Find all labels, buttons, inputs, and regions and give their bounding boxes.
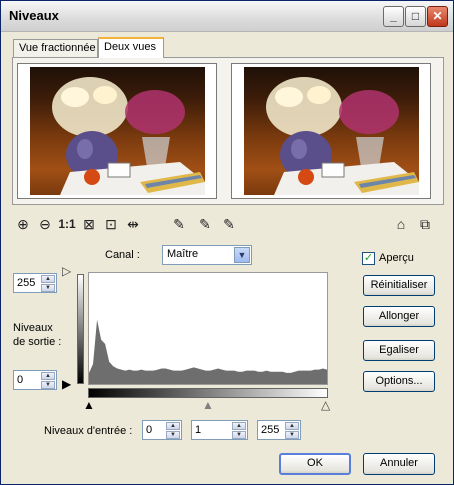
input-gradient [88,388,328,398]
histogram [88,272,328,385]
pan-icon[interactable]: ⇹ [123,214,143,234]
input-black-value: 0 [146,424,153,436]
spin-up-icon[interactable]: ▲ [232,422,246,430]
still-life-image [52,77,205,195]
before-preview [17,63,217,199]
actual-size-button[interactable]: 1:1 [57,214,77,234]
after-preview [231,63,431,199]
stretch-button[interactable]: Allonger [363,306,435,327]
ok-button[interactable]: OK [279,453,351,475]
channel-select[interactable]: Maître ▼ [162,245,252,265]
spin-down-icon[interactable]: ▼ [232,431,246,439]
tab-two-views[interactable]: Deux vues [98,37,164,58]
spin-up-icon[interactable]: ▲ [166,422,180,430]
window-title: Niveaux [9,8,59,23]
output-gradient [77,274,84,384]
input-gamma-value: 1 [195,424,202,436]
output-levels-label-line1: Niveaux [13,322,53,334]
zoom-out-icon[interactable]: ⊖ [35,214,55,234]
cancel-button[interactable]: Annuler [363,453,435,475]
spin-down-icon[interactable]: ▼ [285,431,299,439]
spin-down-icon[interactable]: ▼ [41,381,55,389]
spin-down-icon[interactable]: ▼ [41,284,55,292]
output-min-spinner[interactable]: 0 ▲ ▼ [13,370,57,390]
spin-down-icon[interactable]: ▼ [166,431,180,439]
channel-label: Canal : [105,249,140,261]
eyedropper-gray-icon[interactable]: ✎ [195,214,215,234]
input-gamma-slider-icon[interactable]: ▲ [202,398,214,412]
after-photo [244,67,419,195]
preview-checkbox[interactable]: ✓ [362,252,375,265]
preview-checkbox-label: Aperçu [379,252,414,264]
eyedropper-black-icon[interactable]: ✎ [169,214,189,234]
minimize-button[interactable]: _ [383,6,404,27]
titlebar: Niveaux _ □ ✕ [1,1,453,32]
histogram-plot [89,319,327,384]
input-white-value: 255 [261,424,280,436]
output-levels-label-line2: de sortie : [13,336,62,348]
output-white-slider-icon[interactable]: ▷ [62,264,71,278]
eyedropper-white-icon[interactable]: ✎ [219,214,239,234]
output-min-value: 0 [17,374,24,386]
navigate-icon[interactable]: ⌂ [391,214,411,234]
before-photo [30,67,205,195]
input-black-spinner[interactable]: 0 ▲ ▼ [142,420,182,440]
chevron-down-icon: ▼ [234,247,250,263]
close-button[interactable]: ✕ [427,6,448,27]
channel-value: Maître [167,248,199,260]
input-white-spinner[interactable]: 255 ▲ ▼ [257,420,301,440]
input-gamma-spinner[interactable]: 1 ▲ ▼ [191,420,248,440]
levels-dialog: Niveaux _ □ ✕ Vue fractionnée Deux vues [0,0,454,485]
fit-window-icon[interactable]: ⊠ [79,214,99,234]
still-life-image [266,77,419,195]
spin-up-icon[interactable]: ▲ [41,372,55,380]
zoom-in-icon[interactable]: ⊕ [13,214,33,234]
equalize-button[interactable]: Egaliser [363,340,435,361]
preview-window-icon[interactable]: ⧉ [415,214,435,234]
output-max-spinner[interactable]: 255 ▲ ▼ [13,273,57,293]
maximize-button[interactable]: □ [405,6,426,27]
output-max-value: 255 [17,277,36,289]
tab-split-view[interactable]: Vue fractionnée [13,39,98,57]
options-button[interactable]: Options... [363,371,435,392]
spin-up-icon[interactable]: ▲ [41,275,55,283]
zoom-window-icon[interactable]: ⊡ [101,214,121,234]
preview-panel [12,57,444,205]
input-levels-label: Niveaux d'entrée : [44,425,133,437]
spin-up-icon[interactable]: ▲ [285,422,299,430]
input-black-slider-icon[interactable]: ▲ [83,398,95,412]
reset-button[interactable]: Réinitialiser [363,275,435,296]
input-white-slider-icon[interactable]: △ [321,398,330,412]
histogram-area [89,319,327,384]
output-black-slider-icon[interactable]: ▶ [62,377,71,391]
